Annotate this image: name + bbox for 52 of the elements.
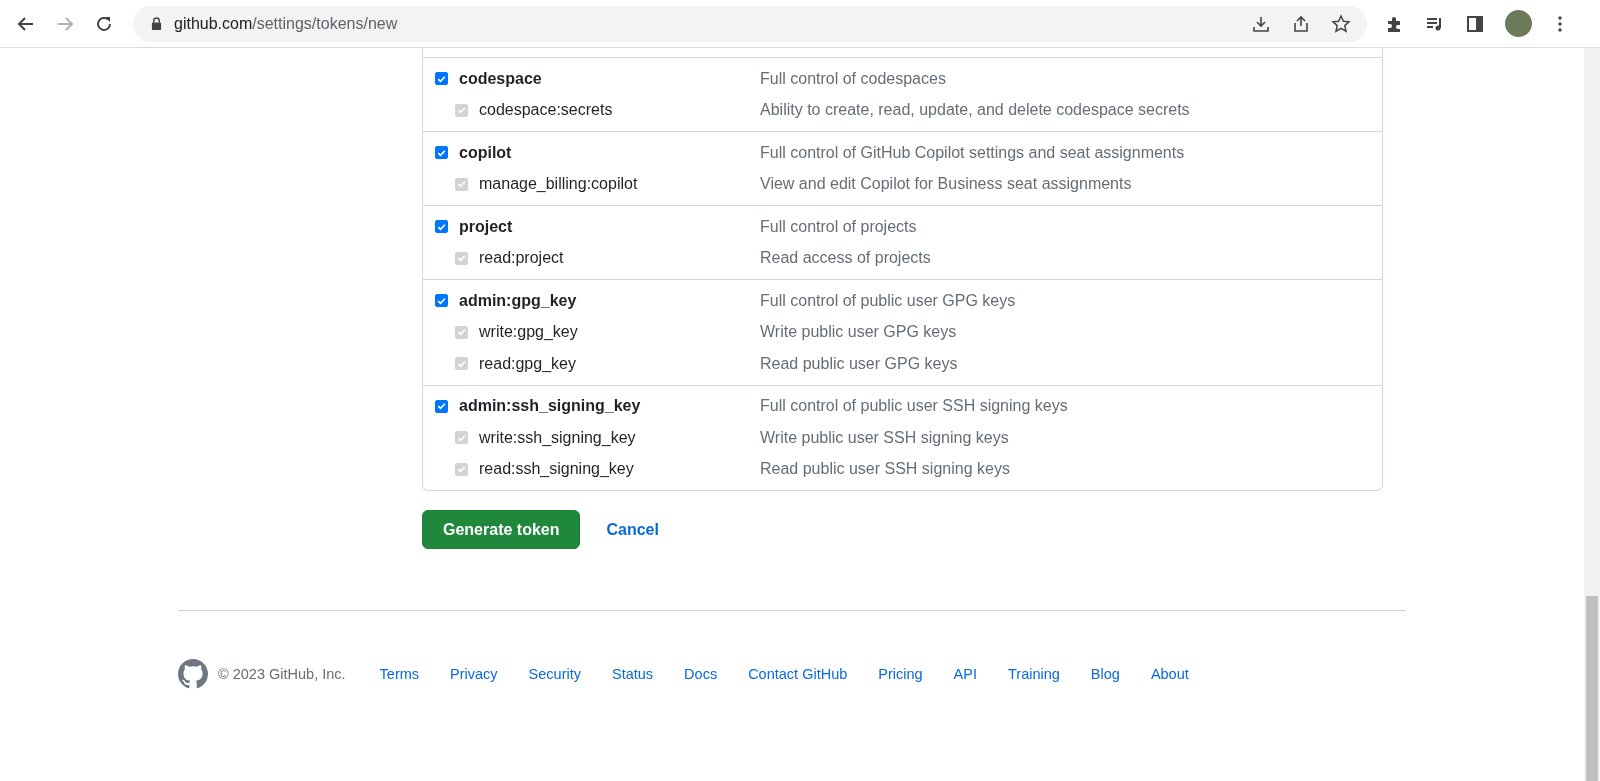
footer-link[interactable]: Privacy: [450, 666, 498, 682]
checkbox[interactable]: [435, 294, 448, 308]
scope-description: Full control of codespaces: [760, 69, 946, 88]
scope-name: copilot: [459, 143, 512, 162]
scope-description: Full control of public user GPG keys: [760, 291, 1016, 310]
scope-description: Full control of projects: [760, 217, 917, 236]
scope-description: Ability to create, read, update, and delete codespace secrets: [760, 101, 1190, 120]
scope-description: View and edit Copilot for Business seat assignments: [760, 175, 1132, 194]
footer-link[interactable]: Status: [612, 666, 654, 682]
footer-link[interactable]: Pricing: [878, 666, 923, 682]
copyright-text: © 2023 GitHub, Inc.: [218, 666, 346, 682]
scope-description: Full control of GitHub Copilot settings and seat assignments: [760, 143, 1185, 162]
scope-description: Full control of public user SSH signing keys: [760, 397, 1068, 416]
checkbox[interactable]: [435, 146, 448, 160]
scope-description: Write public user GPG keys: [760, 323, 957, 342]
generate-token-button[interactable]: Generate token: [422, 510, 581, 549]
scope-description: Write public user SSH signing keys: [760, 428, 1009, 447]
scope-description: Read access of projects: [760, 249, 931, 268]
scope-name: admin:ssh_signing_key: [459, 397, 641, 416]
footer-link[interactable]: Blog: [1090, 666, 1120, 682]
scope-name: codespace:secrets: [479, 101, 613, 120]
footer-link[interactable]: Security: [528, 666, 581, 682]
footer-link[interactable]: Docs: [684, 666, 718, 682]
share-icon[interactable]: [1291, 13, 1311, 34]
lock-icon[interactable]: [151, 17, 162, 30]
scope-name: read:project: [479, 249, 564, 268]
footer-link[interactable]: API: [953, 666, 977, 682]
footer-link[interactable]: Contact GitHub: [748, 666, 848, 682]
footer-link[interactable]: About: [1150, 666, 1189, 682]
checkbox[interactable]: [435, 72, 448, 86]
footer-link[interactable]: Training: [1008, 666, 1060, 682]
cancel-link[interactable]: Cancel: [606, 520, 659, 539]
star-icon[interactable]: [1331, 13, 1351, 34]
scope-name: write:gpg_key: [479, 323, 578, 342]
scope-name: admin:gpg_key: [459, 291, 577, 310]
checkbox[interactable]: [435, 220, 448, 234]
scrollbar[interactable]: [1584, 48, 1600, 781]
scope-name: manage_billing:copilot: [479, 175, 638, 194]
checkbox[interactable]: [435, 399, 448, 413]
footer-link[interactable]: Terms: [379, 666, 420, 682]
url-text: github.com/settings/tokens/new: [174, 14, 399, 33]
side-panel-icon[interactable]: [1465, 13, 1485, 34]
scope-name: codespace: [459, 69, 542, 88]
scope-name: read:gpg_key: [479, 354, 576, 373]
address-bar[interactable]: github.com/settings/tokens/new: [133, 5, 1367, 42]
scope-name: write:ssh_signing_key: [479, 428, 636, 447]
scope-name: project: [459, 217, 513, 236]
avatar[interactable]: [1505, 10, 1532, 37]
scope-description: Read public user SSH signing keys: [760, 460, 1010, 479]
scope-name: read:ssh_signing_key: [479, 460, 634, 479]
scope-description: Read public user GPG keys: [760, 354, 958, 373]
octocat-logo-icon[interactable]: [178, 659, 208, 689]
